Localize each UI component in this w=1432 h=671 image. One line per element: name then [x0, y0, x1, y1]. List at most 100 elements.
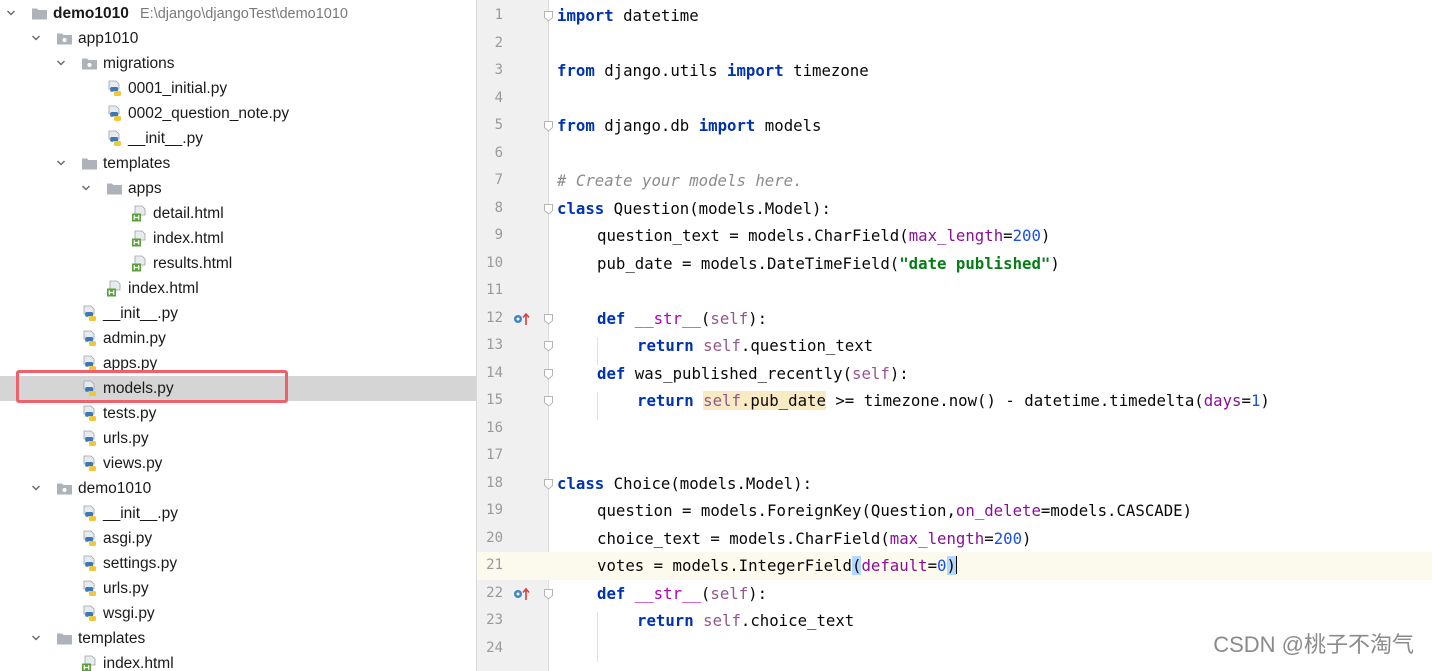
fold-marker-icon[interactable]	[543, 478, 554, 490]
code-line-7[interactable]: 7 # Create your models here.	[477, 167, 1432, 195]
code-line-14[interactable]: 14 def was_published_recently(self):	[477, 360, 1432, 388]
code-line-17[interactable]: 17	[477, 442, 1432, 470]
code-token: ):	[748, 583, 768, 603]
tree-label: admin.py	[103, 330, 166, 347]
code-line-11[interactable]: 11	[477, 277, 1432, 305]
tree-node-file[interactable]: asgi.py	[0, 526, 476, 551]
tree-label: index.html	[103, 655, 174, 671]
chevron-down-icon[interactable]	[81, 183, 91, 193]
code-line-15[interactable]: 15 return self.pub_date >= timezone.now(…	[477, 387, 1432, 415]
tree-node-file[interactable]: detail.html	[0, 201, 476, 226]
code-line-1[interactable]: 1 import datetime	[477, 2, 1432, 30]
code-line-2[interactable]: 2	[477, 30, 1432, 58]
code-text: question = models.ForeignKey(Question,on…	[597, 501, 1192, 520]
tree-label: urls.py	[103, 430, 149, 447]
fold-marker-icon[interactable]	[543, 588, 554, 600]
code-line-21-current[interactable]: 21 votes = models.IntegerField(default=0…	[477, 552, 1432, 580]
code-line-12[interactable]: 12 def __str__(self):	[477, 305, 1432, 333]
tree-node-file[interactable]: wsgi.py	[0, 601, 476, 626]
code-line-19[interactable]: 19 question = models.ForeignKey(Question…	[477, 497, 1432, 525]
override-method-icon[interactable]	[513, 312, 531, 326]
python-file-icon	[81, 455, 98, 472]
tree-node-root-templates[interactable]: templates	[0, 626, 476, 651]
code-token: .choice_text	[740, 611, 855, 630]
chevron-down-icon[interactable]	[31, 633, 41, 643]
tree-label: __init__.py	[103, 305, 178, 322]
tree-node-file[interactable]: urls.py	[0, 426, 476, 451]
tree-node-file[interactable]: __init__.py	[0, 126, 476, 151]
tree-node-app1010[interactable]: app1010	[0, 26, 476, 51]
chevron-down-icon[interactable]	[56, 158, 66, 168]
tree-node-file[interactable]: results.html	[0, 251, 476, 276]
tree-label: wsgi.py	[103, 605, 155, 622]
code-line-6[interactable]: 6	[477, 140, 1432, 168]
line-number: 7	[494, 172, 503, 188]
tree-node-file[interactable]: __init__.py	[0, 301, 476, 326]
tree-node-file[interactable]: 0002_question_note.py	[0, 101, 476, 126]
tree-node-file[interactable]: index.html	[0, 276, 476, 301]
code-self: self	[710, 308, 749, 328]
tree-node-apps-folder[interactable]: apps	[0, 176, 476, 201]
tree-node-file[interactable]: views.py	[0, 451, 476, 476]
tree-node-migrations[interactable]: migrations	[0, 51, 476, 76]
kw-from: from	[557, 116, 595, 135]
fold-marker-icon[interactable]	[543, 203, 554, 215]
tree-node-project-root[interactable]: demo1010 E:\django\djangoTest\demo1010	[0, 1, 476, 26]
fold-marker-icon[interactable]	[543, 313, 554, 325]
code-line-3[interactable]: 3 from django.utils import timezone	[477, 57, 1432, 85]
tree-node-file[interactable]: admin.py	[0, 326, 476, 351]
code-token: django.utils	[594, 61, 728, 80]
code-editor[interactable]: 1 import datetime 2 3 from django.utils …	[477, 0, 1432, 671]
usage-highlight: self.pub_date	[703, 391, 826, 410]
code-line-5[interactable]: 5 from django.db import models	[477, 112, 1432, 140]
tree-node-file[interactable]: index.html	[0, 226, 476, 251]
chevron-down-icon[interactable]	[31, 33, 41, 43]
line-number: 14	[486, 364, 503, 381]
fold-marker-icon[interactable]	[543, 368, 554, 380]
tree-node-file[interactable]: index.html	[0, 651, 476, 671]
chevron-down-icon[interactable]	[56, 58, 66, 68]
package-folder-icon	[56, 30, 73, 47]
chevron-down-icon[interactable]	[6, 8, 16, 18]
code-token: question_text = models.CharField(	[597, 226, 909, 245]
tree-label: __init__.py	[128, 130, 203, 147]
tree-node-file[interactable]: __init__.py	[0, 501, 476, 526]
code-line-18[interactable]: 18 class Choice(models.Model):	[477, 470, 1432, 498]
line-number: 2	[494, 34, 503, 51]
fold-marker-icon[interactable]	[543, 395, 554, 407]
tree-node-demo1010-package[interactable]: demo1010	[0, 476, 476, 501]
fold-marker-icon[interactable]	[543, 10, 554, 22]
tree-node-file[interactable]: tests.py	[0, 401, 476, 426]
folder-icon	[56, 630, 73, 647]
code-line-13[interactable]: 13 return self.question_text	[477, 332, 1432, 360]
tree-label: asgi.py	[103, 530, 153, 547]
code-line-10[interactable]: 10 pub_date = models.DateTimeField("date…	[477, 250, 1432, 278]
code-line-16[interactable]: 16	[477, 415, 1432, 443]
tree-label: migrations	[103, 55, 175, 72]
line-number: 20	[486, 529, 503, 546]
tree-node-file[interactable]: settings.py	[0, 551, 476, 576]
fold-marker-icon[interactable]	[543, 340, 554, 352]
code-token: .pub_date	[740, 391, 826, 410]
html-file-icon	[131, 230, 148, 247]
code-text: votes = models.IntegerField(default=0)	[597, 556, 958, 575]
matched-brace: )	[946, 556, 956, 575]
kw-def: def	[597, 308, 626, 328]
tree-node-templates[interactable]: templates	[0, 151, 476, 176]
python-file-icon	[106, 105, 123, 122]
code-line-9[interactable]: 9 question_text = models.CharField(max_l…	[477, 222, 1432, 250]
code-line-4[interactable]: 4	[477, 85, 1432, 113]
fold-marker-icon[interactable]	[543, 120, 554, 132]
tree-node-file[interactable]: 0001_initial.py	[0, 76, 476, 101]
code-line-22[interactable]: 22 def __str__(self):	[477, 580, 1432, 608]
python-file-icon	[81, 330, 98, 347]
code-text: choice_text = models.CharField(max_lengt…	[597, 529, 1032, 548]
line-number: 3	[494, 62, 503, 78]
override-method-icon[interactable]	[513, 587, 531, 601]
code-line-8[interactable]: 8 class Question(models.Model):	[477, 195, 1432, 223]
chevron-down-icon[interactable]	[31, 483, 41, 493]
tree-node-file[interactable]: urls.py	[0, 576, 476, 601]
code-token: models	[755, 116, 822, 135]
code-token: timezone	[783, 61, 869, 80]
code-line-20[interactable]: 20 choice_text = models.CharField(max_le…	[477, 525, 1432, 553]
